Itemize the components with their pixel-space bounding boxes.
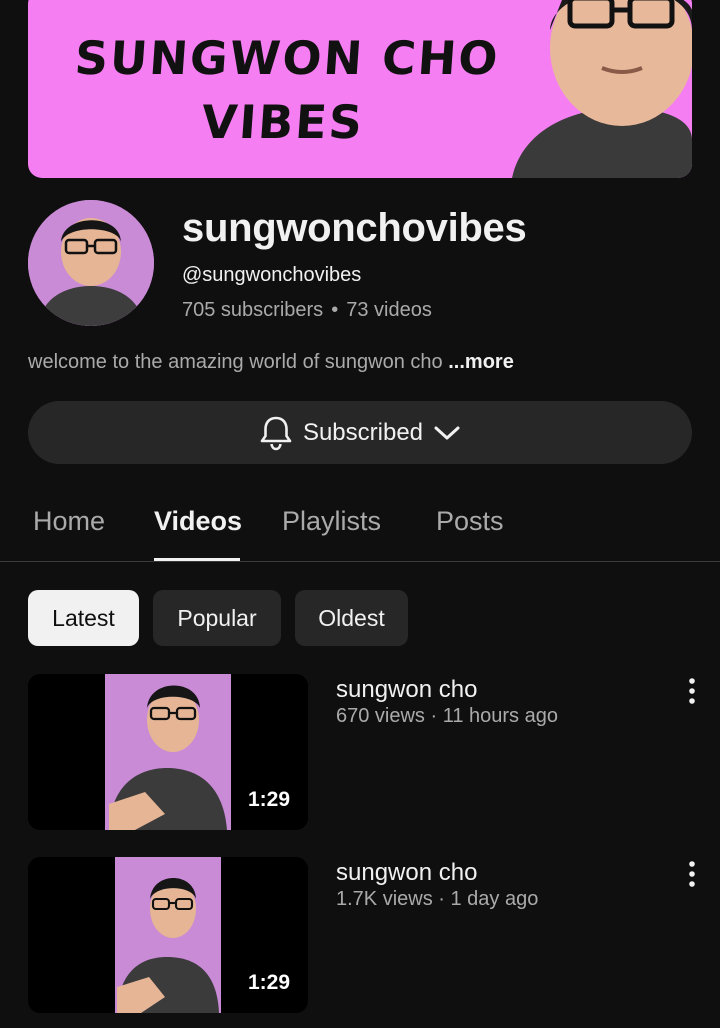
subscribed-label: Subscribed bbox=[302, 418, 424, 446]
video-meta: 670 views · 11 hours ago bbox=[336, 705, 558, 727]
video-title[interactable]: sungwon cho bbox=[336, 676, 477, 704]
video-item[interactable]: 1:29 sungwon cho 1.7K views · 1 day ago bbox=[28, 857, 695, 1013]
tab-posts[interactable]: Posts bbox=[436, 506, 504, 537]
channel-handle: @sungwonchovibes bbox=[182, 264, 362, 286]
video-duration: 1:29 bbox=[247, 971, 290, 994]
bell-icon bbox=[260, 416, 292, 450]
description-text: welcome to the amazing world of sungwon … bbox=[28, 351, 449, 373]
chip-latest[interactable]: Latest bbox=[28, 590, 139, 646]
chevron-down-icon bbox=[434, 426, 460, 439]
more-options-icon[interactable] bbox=[682, 678, 702, 704]
video-item[interactable]: 1:29 sungwon cho 670 views · 11 hours ag… bbox=[28, 674, 695, 830]
video-thumbnail[interactable]: 1:29 bbox=[28, 857, 308, 1013]
channel-stats: 705 subscribers • 73 videos bbox=[182, 299, 432, 322]
video-count: 73 videos bbox=[346, 299, 432, 321]
video-meta: 1.7K views · 1 day ago bbox=[336, 888, 539, 910]
chip-oldest[interactable]: Oldest bbox=[295, 590, 408, 646]
thumbnail-image bbox=[105, 674, 231, 830]
stats-separator: • bbox=[331, 299, 339, 321]
channel-name: sungwonchovibes bbox=[182, 206, 527, 250]
tab-home[interactable]: Home bbox=[33, 506, 105, 537]
banner-text-line2: VIBES bbox=[199, 95, 366, 149]
video-duration: 1:29 bbox=[247, 788, 290, 811]
banner-text-line1: SUNGWON CHO bbox=[73, 31, 502, 85]
avatar-image bbox=[28, 200, 154, 326]
channel-banner: SUNGWON CHO VIBES bbox=[28, 0, 692, 178]
banner-text: SUNGWON CHO VIBES bbox=[66, 26, 505, 154]
active-tab-indicator bbox=[154, 558, 240, 561]
more-options-icon[interactable] bbox=[682, 861, 702, 887]
channel-avatar[interactable] bbox=[28, 200, 154, 326]
banner-person-image bbox=[512, 0, 692, 178]
more-link[interactable]: ...more bbox=[448, 351, 514, 373]
channel-description[interactable]: welcome to the amazing world of sungwon … bbox=[28, 351, 514, 374]
thumbnail-image bbox=[115, 857, 221, 1013]
video-title[interactable]: sungwon cho bbox=[336, 859, 477, 887]
chip-popular[interactable]: Popular bbox=[153, 590, 281, 646]
subscriber-count: 705 subscribers bbox=[182, 299, 324, 321]
tab-playlists[interactable]: Playlists bbox=[282, 506, 381, 537]
channel-tabs: Home Videos Playlists Posts bbox=[0, 488, 720, 562]
video-thumbnail[interactable]: 1:29 bbox=[28, 674, 308, 830]
subscribed-button[interactable]: Subscribed bbox=[28, 401, 692, 464]
tab-videos[interactable]: Videos bbox=[154, 506, 242, 537]
